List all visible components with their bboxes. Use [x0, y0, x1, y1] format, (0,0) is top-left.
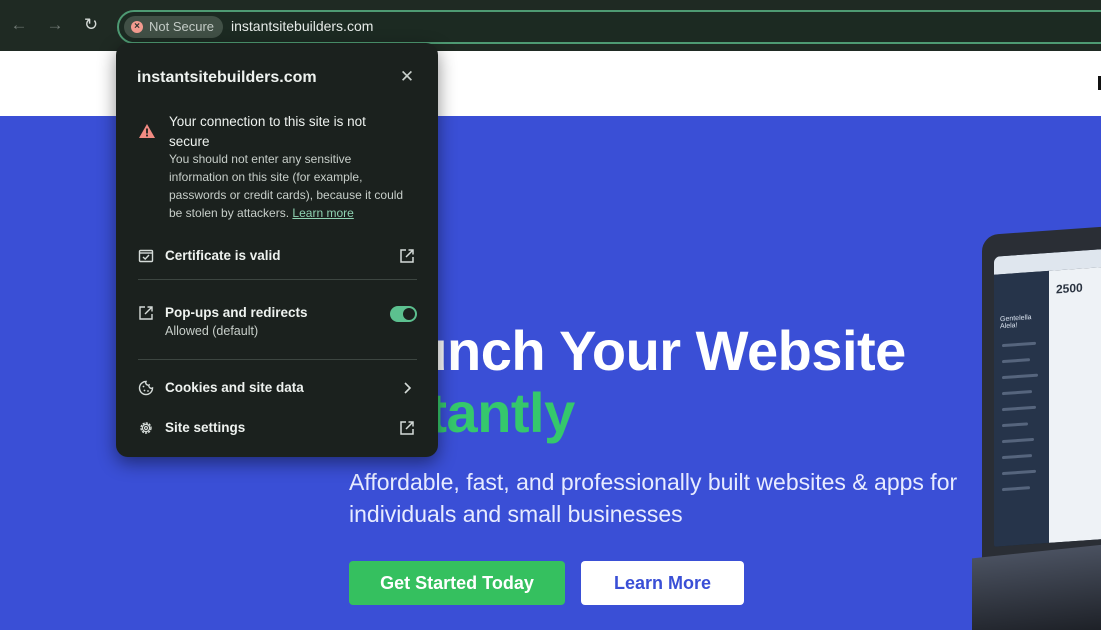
popups-label: Pop-ups and redirects: [165, 305, 308, 320]
popups-sub: Allowed (default): [165, 324, 259, 338]
popup-redirect-icon: [139, 306, 153, 320]
laptop-screen: Gentelella Alela! 2500: [994, 247, 1101, 547]
toggle-knob: [403, 308, 415, 320]
security-chip[interactable]: × Not Secure: [124, 16, 224, 38]
popups-toggle[interactable]: [390, 306, 417, 322]
url-text[interactable]: instantsitebuilders.com: [231, 18, 373, 34]
screen-menu-line: [1002, 373, 1038, 380]
reload-button[interactable]: ↻: [80, 14, 102, 36]
screen-app-name: Gentelella Alela!: [1000, 314, 1032, 331]
gear-icon: [140, 422, 152, 434]
screen-menu-line: [1002, 454, 1032, 460]
warning-triangle-icon: [139, 124, 155, 138]
back-button[interactable]: ←: [8, 14, 30, 36]
security-chip-label: Not Secure: [149, 19, 215, 34]
screen-menu-line: [1002, 437, 1034, 444]
screen-menu-line: [1002, 405, 1036, 412]
popup-title: instantsitebuilders.com: [137, 69, 317, 86]
screen-main: [1049, 265, 1101, 543]
warning-body-text: You should not enter any sensitive infor…: [169, 152, 404, 220]
forward-button[interactable]: →: [44, 14, 66, 36]
get-started-button[interactable]: Get Started Today: [349, 561, 565, 605]
certificate-icon: [138, 249, 154, 263]
hero-subtitle: Affordable, fast, and professionally bui…: [349, 469, 958, 527]
learn-more-button[interactable]: Learn More: [581, 561, 744, 605]
cookies-label[interactable]: Cookies and site data: [165, 380, 304, 395]
screen-menu-line: [1002, 341, 1036, 348]
warning-body: You should not enter any sensitive infor…: [169, 150, 414, 222]
screen-sidebar: Gentelella Alela!: [994, 270, 1049, 547]
screen-menu-line: [1002, 358, 1030, 364]
close-icon[interactable]: ✕: [398, 68, 416, 86]
cookie-icon: [138, 380, 154, 396]
divider: [138, 279, 417, 280]
laptop-image: Gentelella Alela! 2500: [972, 224, 1101, 630]
screen-menu-line: [1002, 486, 1030, 492]
site-settings-label[interactable]: Site settings: [165, 420, 245, 435]
screen-menu-line: [1002, 422, 1028, 428]
learn-more-link[interactable]: Learn more: [292, 206, 353, 220]
screen-menu-line: [1002, 469, 1036, 476]
screen-stat: 2500: [1056, 280, 1083, 297]
chevron-right-icon[interactable]: [398, 379, 416, 397]
x-circle-icon: ×: [131, 21, 143, 33]
divider: [138, 359, 417, 360]
address-bar[interactable]: × Not Secure instantsitebuilders.com: [117, 10, 1101, 44]
site-info-popup: instantsitebuilders.com ✕ Your connectio…: [116, 43, 438, 457]
external-link-icon[interactable]: [398, 419, 416, 437]
screen-menu-line: [1002, 390, 1032, 396]
certificate-label[interactable]: Certificate is valid: [165, 248, 281, 263]
external-link-icon[interactable]: [398, 247, 416, 265]
warning-heading: Your connection to this site is not secu…: [169, 114, 366, 149]
